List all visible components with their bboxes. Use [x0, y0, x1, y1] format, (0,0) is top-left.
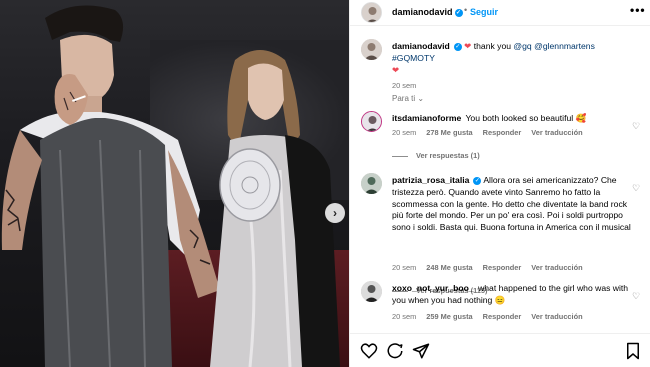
comment-text: patrizia_rosa_italia ✓ Allora ora sei ame… [392, 175, 631, 233]
like-comment-icon[interactable]: ♡ [632, 121, 640, 132]
share-icon[interactable] [412, 342, 430, 360]
more-options-icon[interactable]: ••• [630, 3, 646, 17]
comment-icon[interactable] [386, 342, 404, 360]
next-photo-button[interactable]: › [325, 203, 345, 223]
heart-emoji-icon: ❤ [392, 64, 400, 75]
post-header: damianodavid ✓ • Seguir ••• [350, 0, 650, 26]
woman-figure [210, 50, 340, 367]
post-photo: › [0, 0, 349, 367]
post-panel: damianodavid ✓ • Seguir ••• damianodavid ✓… [349, 0, 650, 367]
commenter-username[interactable]: xoxo_not_yur_boo_ [392, 283, 474, 293]
caption-time: 20 sem [392, 81, 417, 90]
commenter-avatar[interactable] [361, 281, 382, 302]
comment-meta: 20 sem 248 Me gusta Responder Ver traducció… [392, 263, 583, 272]
like-comment-icon[interactable]: ♡ [632, 291, 640, 302]
verified-badge-icon: ✓ [454, 8, 463, 17]
caption-username[interactable]: damianodavid [392, 41, 450, 51]
comment-text: xoxo_not_yur_boo_ what happened to the g… [392, 283, 629, 305]
like-comment-icon[interactable]: ♡ [632, 183, 640, 194]
commenter-username[interactable]: patrizia_rosa_italia [392, 175, 469, 185]
comment-meta: 20 sem 278 Me gusta Responder Ver traducció… [392, 128, 583, 137]
heart-emoji-icon: ❤ [464, 41, 472, 51]
follow-button[interactable]: Seguir [470, 7, 498, 17]
commenter-avatar[interactable] [361, 173, 382, 194]
author-username[interactable]: damianodavid ✓ [392, 7, 463, 17]
bookmark-icon[interactable] [624, 342, 642, 360]
action-bar [350, 333, 650, 367]
commenter-avatar[interactable] [361, 111, 382, 132]
comments-list: damianodavid ✓ ❤ thank you @gq @glennmart… [350, 27, 650, 333]
heart-icon[interactable] [360, 342, 378, 360]
commenter-username[interactable]: itsdamianoforme [392, 113, 461, 123]
caption-text: damianodavid ✓ ❤ thank you @gq @glennmart… [392, 41, 595, 75]
author-avatar[interactable] [361, 2, 382, 23]
view-replies-button[interactable]: Ver respuestas (1) [392, 151, 480, 160]
comment-text: itsdamianoforme You both looked so beaut… [392, 113, 587, 123]
sort-dropdown[interactable]: Para ti ⌄ [392, 94, 424, 103]
caption-meta: 20 sem [392, 81, 426, 90]
caption-avatar[interactable] [361, 39, 382, 60]
verified-badge-icon: ✓ [453, 42, 462, 51]
verified-badge-icon: ✓ [473, 176, 482, 185]
separator-dot: • [464, 5, 468, 15]
comment-meta: 20 sem 259 Me gusta Responder Ver traducció… [392, 312, 583, 321]
